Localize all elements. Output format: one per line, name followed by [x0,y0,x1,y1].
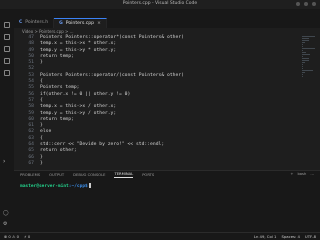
gear-icon[interactable]: ⚙ [3,221,7,227]
source-control-icon[interactable] [4,46,10,52]
code-text: } [40,60,43,66]
status-bar: ⊗ 0 ⚠ 0 ⚡ 0 Ln 49, Col 1 Spaces: 4 UTF-8 [0,232,320,240]
minimap-line [302,64,303,65]
prompt-path: :~/cpp$ [68,184,88,189]
status-left: ⊗ 0 ⚠ 0 ⚡ 0 [4,234,30,239]
minimap[interactable] [302,35,316,95]
minimap-line [302,50,303,51]
minimap-line [302,66,303,67]
minimap-line [302,74,303,75]
panel-tools: + bash … [290,172,314,176]
minimap-line [302,42,305,43]
minimap-line [302,40,309,41]
window-title: Pointers.cpp - Visual Studio Code [122,1,198,6]
code-text: return temp; [40,116,74,122]
minimap-line [302,60,309,61]
run-debug-icon[interactable] [4,58,10,64]
explorer-icon[interactable] [4,22,10,28]
account-icon[interactable]: ◯ [3,210,9,216]
shell-label[interactable]: bash [297,172,306,176]
minimap-line [302,46,303,47]
code-text: return other; [40,148,77,154]
status-right: Ln 49, Col 1 Spaces: 4 UTF-8 [254,234,316,239]
minimap-line [302,48,315,49]
tab-pointers-cpp[interactable]: G Pointers.cpp × [54,18,107,28]
panel-tab-ports[interactable]: PORTS [142,173,154,177]
status-item[interactable]: Ln 49, Col 1 [254,234,277,239]
minimap-line [302,70,313,71]
panel-tab-debug-console[interactable]: DEBUG CONSOLE [73,173,105,177]
minimap-line [302,72,306,73]
minimap-line [302,44,303,45]
code-text: return temp; [40,53,74,59]
panel-tab-terminal[interactable]: TERMINAL [114,172,134,178]
bottom-panel: PROBLEMS OUTPUT DEBUG CONSOLE TERMINAL PORTS… [14,170,320,232]
code-text: if(other.x != 0 || other.y != 0) [40,91,131,97]
prompt-user: master@server-mint [20,184,69,189]
close-icon[interactable]: × [97,19,101,29]
minimap-line [302,68,303,69]
menu-bar [0,9,320,18]
line-number: 67 [28,160,34,166]
title-bar: Pointers.cpp - Visual Studio Code [0,0,320,9]
minimap-line [302,76,303,77]
terminal[interactable]: master@server-mint:~/cpp$ [20,183,91,189]
code-line[interactable]: 67} [14,161,320,167]
tab-pointers-h[interactable]: C Pointers.h [14,18,55,28]
window-controls [296,2,316,6]
maximize-button[interactable] [304,2,308,6]
tab-label: Pointers.h [25,20,49,25]
minimap-line [302,58,309,59]
close-window-button[interactable] [312,2,316,6]
status-item[interactable]: ⊗ 0 ⚠ 0 [4,234,19,239]
panel-tab-problems[interactable]: PROBLEMS [20,173,40,177]
terminal-cursor [88,183,91,188]
search-icon[interactable] [4,34,10,40]
breadcrumb[interactable]: Video > Pointers.cpp > ... [14,28,320,35]
add-terminal-icon[interactable]: + [290,172,293,176]
status-item[interactable]: Spaces: 4 [281,234,299,239]
tab-label: Pointers.cpp [65,20,95,26]
minimap-line [302,38,309,39]
chevron-right-icon[interactable]: › [3,158,5,165]
minimap-line [302,52,306,53]
status-item[interactable]: UTF-8 [305,234,316,239]
minimap-line [302,56,303,57]
cpp-file-icon: C [19,20,23,25]
activity-bar: › ◯ ⚙ [0,18,14,232]
minimap-line [302,62,305,63]
code-text: } [40,160,43,166]
minimap-line [302,36,315,37]
editor-tabs: C Pointers.h G Pointers.cpp × [14,18,320,28]
minimize-button[interactable] [296,2,300,6]
status-item[interactable]: ⚡ 0 [24,234,30,239]
code-text: Pointers Pointers::operator/(const Point… [40,72,184,78]
extensions-icon[interactable] [4,70,10,76]
more-icon[interactable]: … [310,172,314,176]
cpp-file-icon: G [59,20,63,26]
panel-tabs: PROBLEMS OUTPUT DEBUG CONSOLE TERMINAL PORTS [14,171,320,179]
panel-tab-output[interactable]: OUTPUT [49,173,64,177]
minimap-line [302,54,310,55]
code-editor[interactable]: 47 Pointers Pointers::operator*(const Poi… [14,35,320,170]
